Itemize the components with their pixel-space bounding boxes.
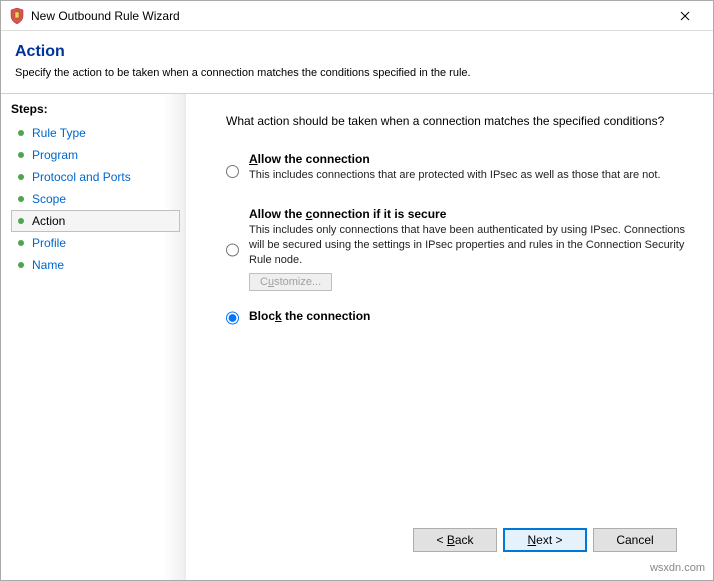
wizard-header: Action Specify the action to be taken wh… (1, 31, 713, 93)
steps-sidebar: Steps: Rule Type Program Protocol and Port… (1, 94, 186, 580)
option-allow-desc: This includes connections that are prote… (249, 168, 693, 183)
step-label: Rule Type (32, 126, 86, 140)
next-button[interactable]: Next > (503, 528, 587, 552)
bullet-icon (18, 130, 24, 136)
watermark: wsxdn.com (650, 562, 705, 574)
titlebar: New Outbound Rule Wizard (1, 1, 713, 31)
action-prompt: What action should be taken when a conne… (226, 114, 693, 128)
step-label: Program (32, 148, 78, 162)
app-icon (9, 8, 25, 24)
option-allow-title: Allow the connection (249, 152, 693, 166)
step-item-profile[interactable]: Profile (11, 232, 180, 254)
option-allow: Allow the connection This includes conne… (226, 152, 693, 189)
window-title: New Outbound Rule Wizard (31, 9, 665, 23)
step-item-protocol-and-ports[interactable]: Protocol and Ports (11, 166, 180, 188)
step-label: Profile (32, 236, 66, 250)
page-subtitle: Specify the action to be taken when a co… (15, 67, 699, 79)
content-area: What action should be taken when a conne… (186, 94, 713, 580)
step-label: Protocol and Ports (32, 170, 131, 184)
step-label: Action (32, 214, 65, 228)
step-item-rule-type[interactable]: Rule Type (11, 122, 180, 144)
customize-button: Customize... (249, 273, 332, 291)
step-item-name[interactable]: Name (11, 254, 180, 276)
back-button[interactable]: < Back (413, 528, 497, 552)
step-label: Scope (32, 192, 66, 206)
radio-allow-secure[interactable] (226, 209, 239, 292)
option-allow-secure-title: Allow the connection if it is secure (249, 207, 693, 221)
step-item-scope[interactable]: Scope (11, 188, 180, 210)
step-item-program[interactable]: Program (11, 144, 180, 166)
cancel-button[interactable]: Cancel (593, 528, 677, 552)
close-button[interactable] (665, 1, 705, 30)
step-label: Name (32, 258, 64, 272)
option-block-title: Block the connection (249, 309, 693, 323)
bullet-icon (18, 174, 24, 180)
radio-block[interactable] (226, 311, 239, 325)
wizard-footer: < Back Next > Cancel (226, 516, 693, 570)
bullet-icon (18, 240, 24, 246)
option-block: Block the connection (226, 309, 693, 325)
close-icon (680, 11, 690, 21)
bullet-icon (18, 262, 24, 268)
option-allow-secure: Allow the connection if it is secure Thi… (226, 207, 693, 292)
bullet-icon (18, 196, 24, 202)
steps-label: Steps: (11, 102, 180, 116)
page-title: Action (15, 43, 699, 61)
bullet-icon (18, 218, 24, 224)
bullet-icon (18, 152, 24, 158)
option-allow-secure-desc: This includes only connections that have… (249, 223, 693, 268)
step-item-action[interactable]: Action (11, 210, 180, 232)
radio-allow[interactable] (226, 154, 239, 189)
